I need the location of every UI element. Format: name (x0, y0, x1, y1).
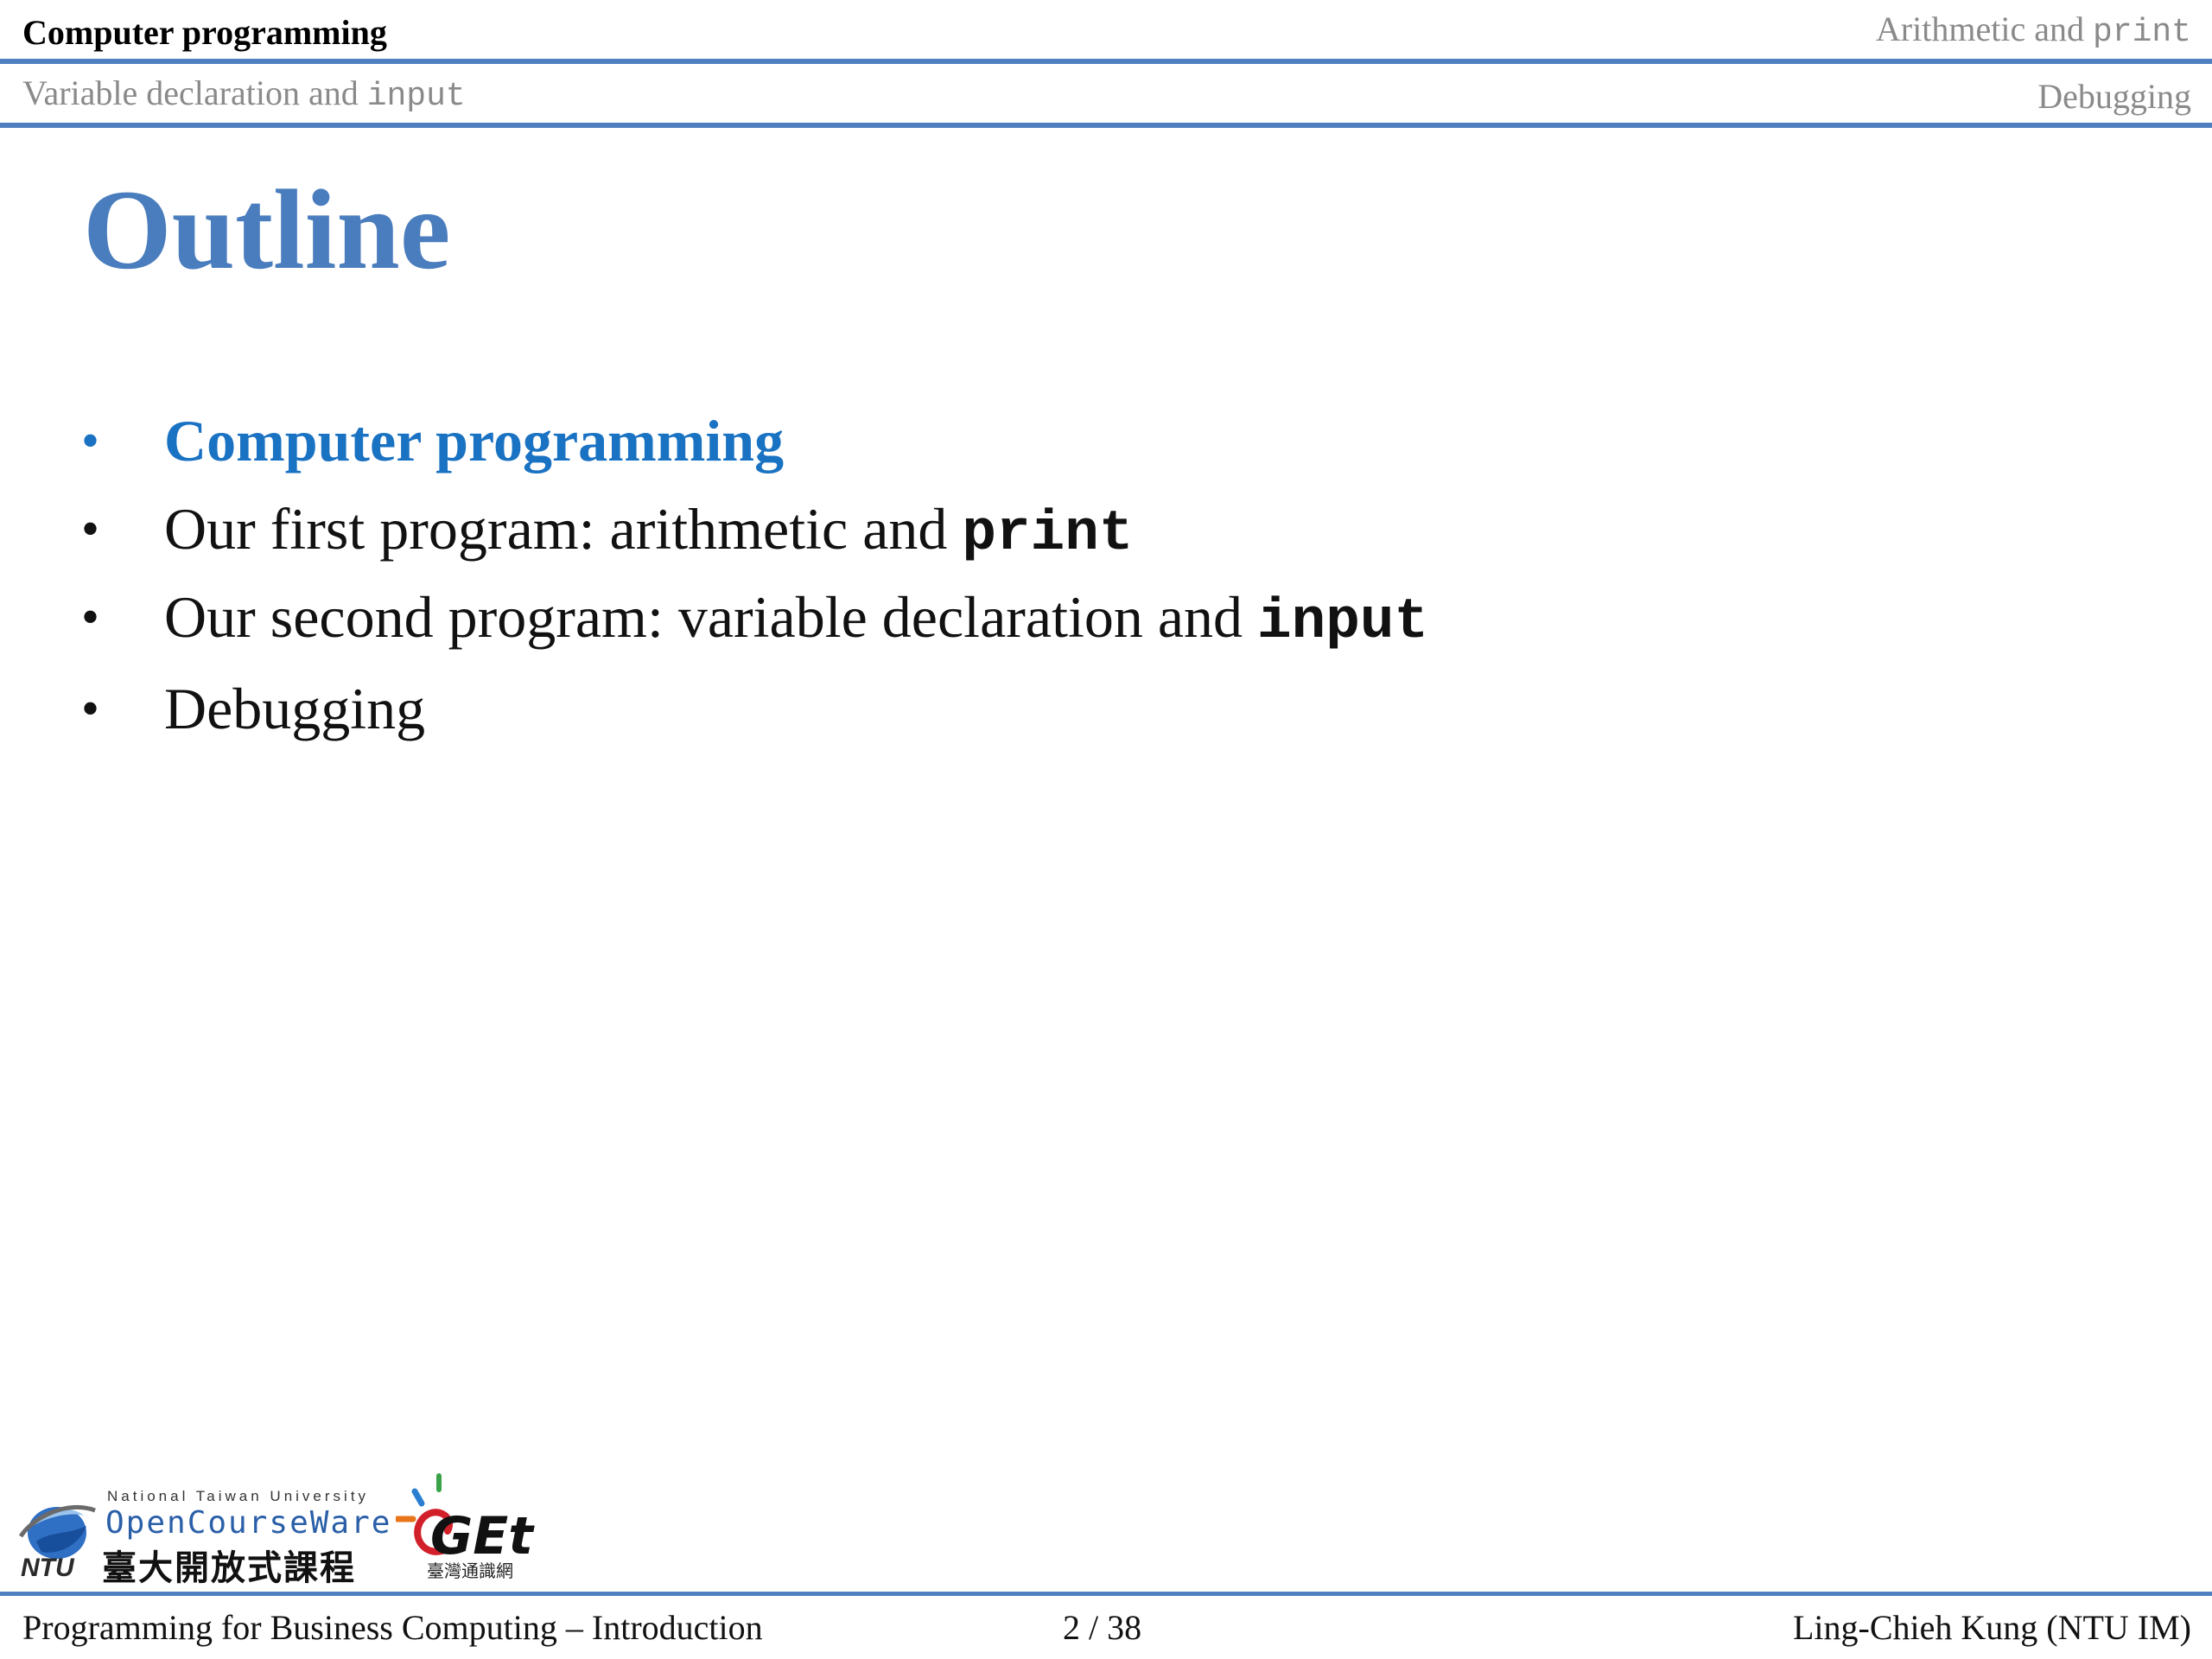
header-rule-top (0, 59, 2212, 64)
ntu-abbrev-label: NTU (21, 1554, 75, 1578)
header-nav-row-2: Variable declaration and input Debugging (0, 66, 2212, 126)
footer-page-number: 2 / 38 (1063, 1608, 1142, 1647)
nav-link-input-code: input (366, 78, 466, 115)
footer-rule (0, 1592, 2212, 1596)
nav-link-print-code: print (2092, 14, 2191, 51)
outline-item-debugging[interactable]: • Debugging (0, 665, 2212, 753)
outline-item-first-program[interactable]: • Our first program: arithmetic and prin… (0, 486, 2212, 574)
get-logo: GEt 臺灣通識網 (396, 1471, 543, 1588)
outline-item-label: Our second program: variable declaration… (164, 584, 1258, 650)
get-chinese-label: 臺灣通識網 (427, 1560, 513, 1581)
nav-link-arithmetic-label: Arithmetic and (1875, 10, 2093, 48)
outline-item-text: Computer programming (164, 397, 784, 484)
nav-link-variable-declaration-and-input[interactable]: Variable declaration and input (22, 73, 466, 115)
bullet-icon: • (81, 412, 100, 469)
outline-item-second-program[interactable]: • Our second program: variable declarati… (0, 574, 2212, 662)
header-nav-row-1: Computer programming Arithmetic and prin… (0, 0, 2212, 60)
outline-item-text: Our first program: arithmetic and print (164, 486, 1133, 577)
bullet-icon: • (81, 680, 100, 737)
outline-item-label: Debugging (164, 676, 426, 741)
outline-item-text: Debugging (164, 665, 425, 752)
nav-link-computer-programming[interactable]: Computer programming (22, 12, 387, 53)
outline-list: • Computer programming • Our first progr… (0, 397, 2212, 753)
bullet-icon: • (81, 588, 100, 645)
outline-item-computer-programming[interactable]: • Computer programming (0, 397, 2212, 486)
nav-link-arithmetic-and-print[interactable]: Arithmetic and print (1876, 9, 2191, 51)
ntu-opencourseware-label: OpenCourseWare (105, 1505, 392, 1541)
footer-author: Ling-Chieh Kung (NTU IM) (1792, 1608, 2191, 1647)
ntu-chinese-label: 臺大開放式課程 (102, 1548, 356, 1588)
slide-title: Outline (83, 166, 451, 293)
nav-link-debugging[interactable]: Debugging (2037, 76, 2191, 117)
outline-item-label: Computer programming (164, 408, 785, 474)
ntu-university-label: National Taiwan University (107, 1488, 370, 1504)
outline-item-code: input (1257, 589, 1429, 654)
outline-item-code: print (962, 501, 1134, 566)
ntu-opencourseware-logo: NTU National Taiwan University OpenCours… (16, 1483, 390, 1588)
header-rule-bottom (0, 123, 2212, 128)
nav-link-variable-label: Variable declaration and (22, 73, 367, 112)
outline-item-label: Our first program: arithmetic and (164, 496, 963, 562)
outline-item-text: Our second program: variable declaration… (164, 574, 1428, 665)
ntu-globe-icon: NTU (18, 1504, 96, 1578)
footer-course-title: Programming for Business Computing – Int… (22, 1608, 763, 1647)
bullet-icon: • (81, 500, 100, 557)
